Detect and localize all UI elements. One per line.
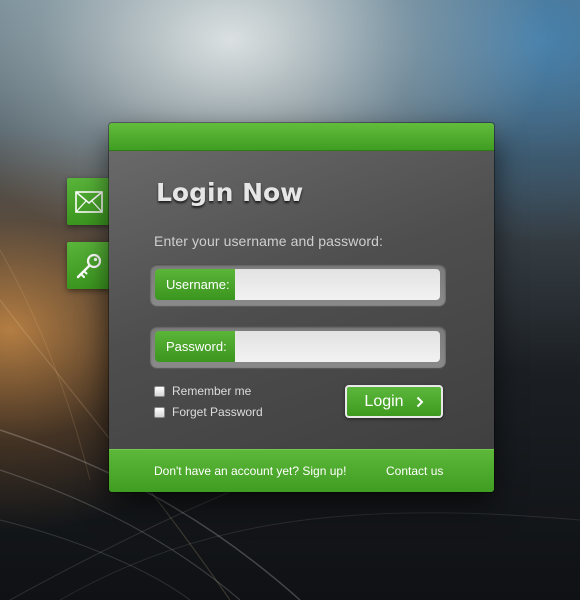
password-input[interactable] [235,331,440,362]
remember-me-option[interactable]: Remember me [154,384,251,398]
username-input[interactable] [235,269,440,300]
remember-me-label: Remember me [172,384,252,398]
panel-footer: Don't have an account yet? Sign up! Cont… [109,449,494,492]
forget-password-checkbox[interactable] [154,406,165,418]
chevron-right-icon [416,396,424,408]
username-field: Username: [150,264,446,306]
password-label: Password: [155,331,241,362]
key-icon [76,253,101,278]
signup-link[interactable]: Don't have an account yet? Sign up! [154,464,346,478]
contact-us-link[interactable]: Contact us [386,464,443,478]
username-label: Username: [155,269,241,300]
panel-header-bar [109,123,494,151]
key-tab[interactable] [67,242,110,289]
mail-tab[interactable] [67,178,110,225]
forget-password-option[interactable]: Forget Password [154,405,263,419]
login-button[interactable]: Login [345,385,443,418]
forget-password-label: Forget Password [172,405,263,419]
remember-me-checkbox[interactable] [154,385,165,397]
password-field: Password: [150,326,446,368]
page-title: Login Now [156,178,304,207]
login-panel: Login Now Enter your username and passwo… [109,123,494,492]
login-instructions: Enter your username and password: [154,233,383,249]
mail-icon [74,190,103,213]
login-button-label: Login [364,392,404,410]
